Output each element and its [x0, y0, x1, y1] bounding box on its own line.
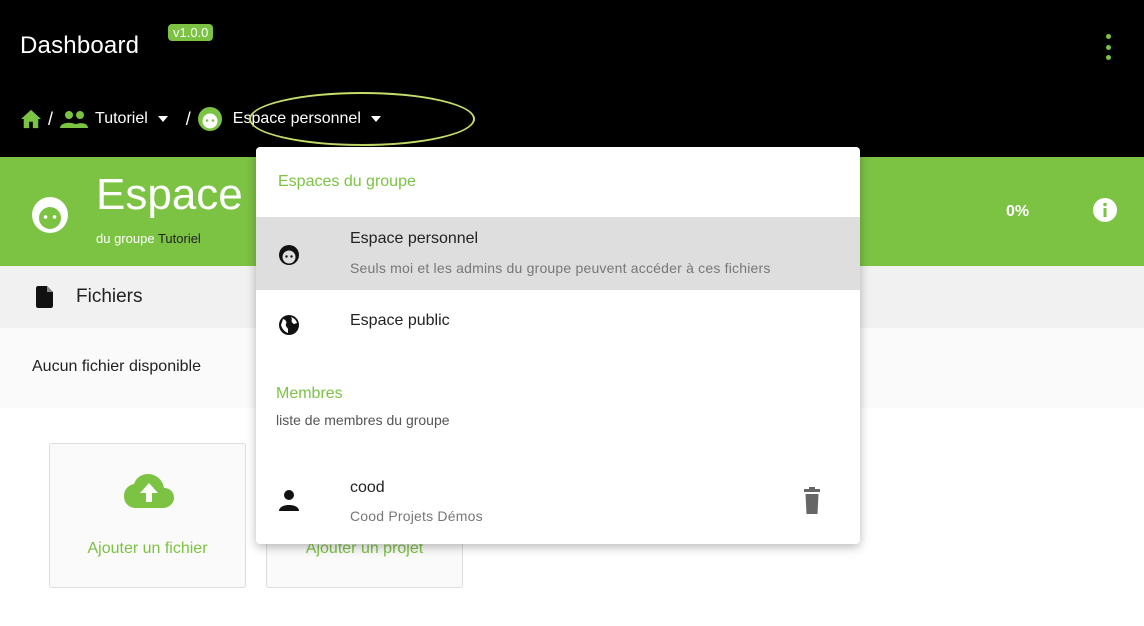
chevron-down-icon: [157, 116, 168, 122]
files-empty-label: Aucun fichier disponible: [32, 358, 201, 375]
more-vert-icon[interactable]: [1106, 34, 1112, 60]
file-icon: [36, 286, 53, 308]
add-file-card[interactable]: Ajouter un fichier: [49, 443, 246, 588]
breadcrumb-separator: /: [185, 108, 191, 129]
space-title: Espace: [96, 170, 243, 219]
space-dropdown-menu: Espaces du groupe Espace personnel Seuls…: [256, 147, 860, 544]
person-icon: [279, 490, 299, 511]
files-label: Fichiers: [76, 286, 143, 307]
app-title: Dashboard: [20, 32, 140, 59]
member-sublabel: Cood Projets Démos: [350, 508, 483, 524]
space-subtitle: du groupe Tutoriel: [96, 231, 201, 246]
globe-icon: [279, 315, 299, 335]
group-icon: [60, 111, 89, 128]
add-file-label: Ajouter un fichier: [87, 540, 208, 557]
menu-item-espace-personnel[interactable]: Espace personnel Seuls moi et les admins…: [256, 217, 860, 290]
menu-item-sublabel: Seuls moi et les admins du groupe peuven…: [350, 260, 771, 276]
members-heading: Membres: [276, 385, 343, 402]
member-name: cood: [350, 479, 385, 496]
face-icon: [32, 197, 68, 233]
breadcrumb-separator: /: [48, 108, 54, 129]
members-subheading: liste de membres du groupe: [276, 412, 450, 428]
space-subtitle-prefix: du groupe: [96, 231, 155, 246]
space-subtitle-group: Tutoriel: [157, 231, 201, 246]
member-item-cood[interactable]: cood Cood Projets Démos: [256, 465, 860, 540]
breadcrumb-group-button[interactable]: Tutoriel: [59, 110, 168, 128]
version-badge: v1.0.0: [168, 24, 214, 41]
menu-item-label: Espace personnel: [350, 230, 479, 247]
storage-percent: 0%: [1006, 203, 1030, 220]
menu-heading: Espaces du groupe: [278, 173, 416, 190]
cloud-upload-icon: [124, 474, 174, 508]
delete-icon[interactable]: [804, 487, 820, 515]
home-icon[interactable]: [20, 109, 42, 129]
face-icon: [197, 107, 222, 131]
menu-item-espace-public[interactable]: Espace public: [256, 290, 860, 354]
face-icon: [279, 245, 299, 265]
breadcrumb-group-label: Tutoriel: [95, 110, 148, 127]
menu-item-label: Espace public: [350, 312, 450, 329]
info-icon[interactable]: [1092, 197, 1118, 223]
highlight-annotation: [249, 92, 475, 146]
